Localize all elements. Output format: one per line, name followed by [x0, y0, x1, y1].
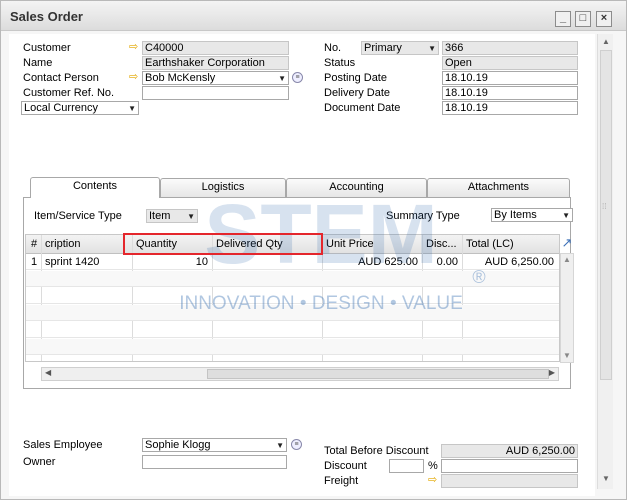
minimize-button[interactable]: _ — [555, 11, 571, 27]
table-row[interactable] — [26, 322, 559, 338]
discount-percent-field[interactable] — [389, 459, 424, 473]
contact-person-label: Contact Person — [23, 72, 99, 84]
customer-link-arrow-icon[interactable]: ⇨ — [129, 42, 141, 53]
col-header-unit-price[interactable]: Unit Price — [324, 235, 420, 253]
customer-field[interactable]: C40000 — [142, 41, 289, 55]
table-row[interactable] — [26, 305, 559, 321]
table-row[interactable] — [26, 288, 559, 304]
sales-order-window: Sales Order _ □ × Customer ⇨ C40000 Name… — [0, 0, 627, 500]
row-total[interactable]: AUD 6,250.00 — [464, 253, 556, 271]
scroll-down-icon[interactable]: ▼ — [563, 351, 571, 360]
owner-field[interactable] — [142, 455, 287, 469]
scroll-up-icon[interactable]: ▲ — [601, 37, 611, 47]
scroll-thumb[interactable] — [207, 369, 549, 379]
col-header-description[interactable]: cription — [43, 235, 131, 253]
scroll-left-icon[interactable]: ◀ — [45, 368, 51, 377]
expand-grid-icon[interactable]: ↗ — [560, 235, 574, 252]
scroll-thumb[interactable] — [600, 50, 612, 380]
scroll-up-icon[interactable]: ▲ — [563, 255, 571, 264]
tab-contents[interactable]: Contents — [30, 177, 160, 198]
tab-accounting[interactable]: Accounting — [286, 178, 427, 197]
row-quantity[interactable]: 10 — [134, 253, 210, 271]
document-date-field[interactable]: 18.10.19 — [442, 101, 578, 115]
grip-icon: ⁞⁞ — [602, 202, 607, 211]
total-before-discount-label: Total Before Discount — [324, 445, 429, 457]
sales-employee-select[interactable]: Sophie Klogg — [142, 438, 287, 452]
total-before-discount-field[interactable]: AUD 6,250.00 — [441, 444, 578, 458]
summary-type-label: Summary Type — [386, 210, 460, 222]
window-title: Sales Order — [10, 9, 83, 24]
row-number: 1 — [31, 256, 38, 268]
close-button[interactable]: × — [596, 11, 612, 27]
delivery-date-label: Delivery Date — [324, 87, 391, 99]
window-vertical-scrollbar[interactable]: ▲ ⁞⁞ ▼ — [597, 34, 613, 489]
status-label: Status — [324, 57, 356, 69]
title-bar: Sales Order _ □ × — [1, 1, 626, 31]
col-header-number[interactable]: # — [29, 235, 41, 253]
highlight-box — [123, 233, 323, 255]
discount-amount-field[interactable] — [441, 459, 578, 473]
tab-attachments[interactable]: Attachments — [427, 178, 570, 197]
sales-employee-info-icon[interactable]: ≡ — [291, 439, 302, 450]
name-label: Name — [23, 57, 53, 69]
tab-logistics[interactable]: Logistics — [160, 178, 286, 197]
freight-link-arrow-icon[interactable]: ⇨ — [428, 475, 440, 486]
row-delivered-qty — [214, 253, 320, 271]
col-header-discount[interactable]: Disc... — [424, 235, 460, 253]
status-field[interactable]: Open — [442, 56, 578, 70]
percent-sign: % — [428, 460, 438, 472]
contact-info-icon[interactable]: ≡ — [292, 72, 303, 83]
delivery-date-field[interactable]: 18.10.19 — [442, 86, 578, 100]
row-unit-price[interactable]: AUD 625.00 — [324, 253, 420, 271]
document-number-field[interactable]: 366 — [442, 41, 578, 55]
scroll-right-icon[interactable]: ▶ — [549, 368, 555, 377]
freight-field[interactable] — [441, 474, 578, 488]
row-discount[interactable]: 0.00 — [424, 253, 460, 271]
grid-vertical-scrollbar[interactable]: ▲ ▼ — [560, 253, 574, 363]
document-date-label: Document Date — [324, 102, 401, 114]
item-service-type-label: Item/Service Type — [34, 210, 122, 222]
scroll-down-icon[interactable]: ▼ — [601, 474, 611, 484]
item-service-type-select[interactable]: Item — [146, 209, 198, 223]
no-label: No. — [324, 42, 342, 54]
name-field[interactable]: Earthshaker Corporation — [142, 56, 289, 70]
customer-ref-label: Customer Ref. No. — [23, 87, 115, 99]
customer-label: Customer — [23, 42, 71, 54]
col-header-total[interactable]: Total (LC) — [464, 235, 554, 253]
contact-link-arrow-icon[interactable]: ⇨ — [129, 72, 141, 83]
posting-date-field[interactable]: 18.10.19 — [442, 71, 578, 85]
owner-label: Owner — [23, 456, 56, 468]
grid-horizontal-scrollbar[interactable]: ◀ ▶ — [41, 367, 559, 381]
customer-ref-field[interactable] — [142, 86, 289, 100]
table-row[interactable]: 1 sprint 1420 10 AUD 625.00 0.00 AUD 6,2… — [26, 253, 559, 271]
sales-employee-label: Sales Employee — [23, 439, 103, 451]
posting-date-label: Posting Date — [324, 72, 387, 84]
summary-type-select[interactable]: By Items — [491, 208, 573, 222]
currency-select[interactable]: Local Currency — [21, 101, 139, 115]
row-description[interactable]: sprint 1420 — [43, 253, 131, 271]
table-row[interactable] — [26, 339, 559, 355]
series-select[interactable]: Primary — [361, 41, 439, 55]
contact-person-select[interactable]: Bob McKensly — [142, 71, 289, 85]
discount-label: Discount — [324, 460, 367, 472]
maximize-button[interactable]: □ — [575, 11, 591, 27]
freight-label: Freight — [324, 475, 359, 487]
table-row[interactable] — [26, 271, 559, 287]
